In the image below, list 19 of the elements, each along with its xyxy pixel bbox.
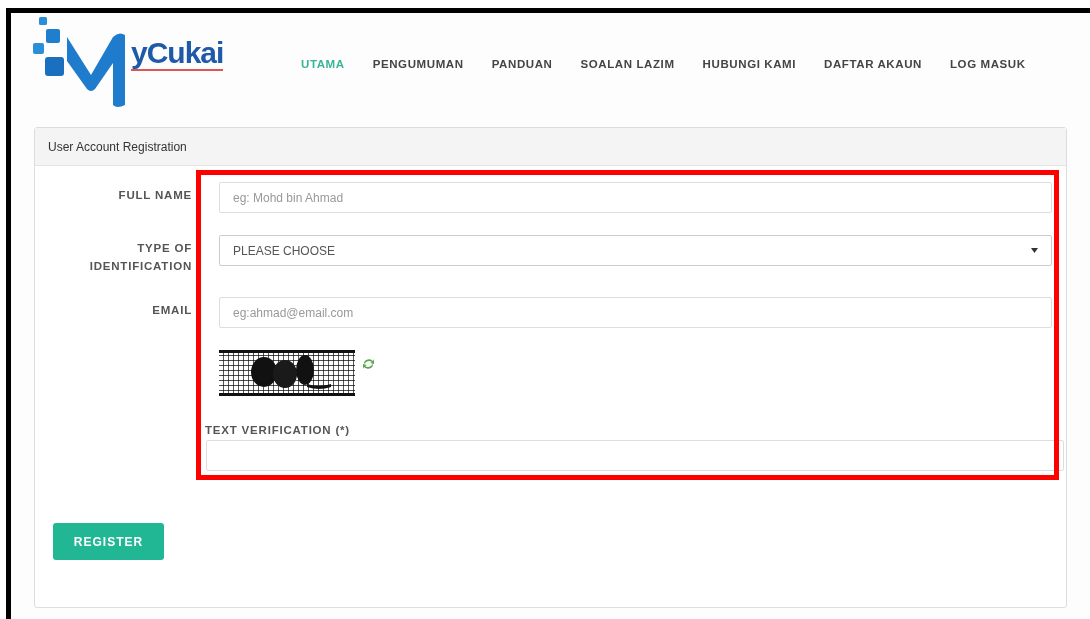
- input-field[interactable]: [206, 440, 1064, 471]
- logo-text: yCukai: [131, 37, 224, 71]
- field-label: EMAIL: [151, 303, 192, 318]
- nav-link[interactable]: SOALAN LAZIM: [566, 58, 689, 70]
- refresh-icon[interactable]: [362, 358, 375, 370]
- nav-link[interactable]: DAFTAR AKAUN: [810, 58, 936, 70]
- field-label: FULL NAME: [117, 188, 192, 203]
- nav-link[interactable]: HUBUNGI KAMI: [688, 58, 811, 70]
- mycukai-logo[interactable]: yCukai: [33, 17, 233, 109]
- caret-icon: [1031, 248, 1038, 253]
- nav-link[interactable]: PANDUAN: [477, 58, 567, 70]
- field-label: TYPE OF IDENTIFICATION: [88, 241, 192, 274]
- input-field[interactable]: eg: Mohd bin Ahmad: [219, 182, 1052, 213]
- nav-link[interactable]: LOG MASUK: [936, 58, 1040, 70]
- nav-link[interactable]: PENGUMUMAN: [358, 58, 478, 70]
- panel-title: User Account Registration: [48, 139, 187, 154]
- input-field[interactable]: eg:ahmad@email.com: [219, 297, 1052, 328]
- select-field[interactable]: PLEASE CHOOSE: [219, 235, 1052, 266]
- field-label: TEXT VERIFICATION (*): [205, 424, 351, 436]
